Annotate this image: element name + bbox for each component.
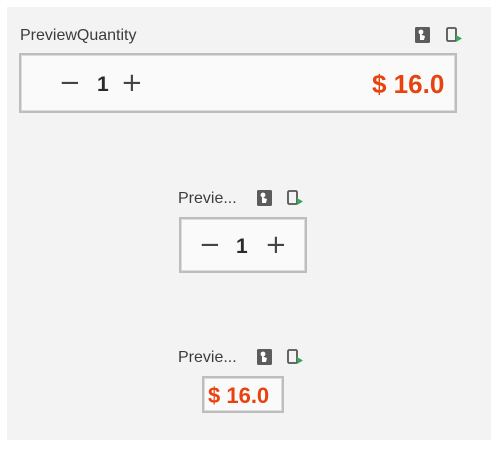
- quantity-price-row-preview: − 1 + $ 16.0: [19, 53, 457, 113]
- price-preview: $ 16.0: [202, 376, 284, 413]
- increment-button[interactable]: +: [265, 232, 287, 258]
- price-label: $ 16.0: [208, 383, 270, 408]
- compose-preview-panel: PreviewQuantity − 1 + $ 16.0 Previe... −…: [7, 7, 491, 440]
- interactive-mode-icon[interactable]: [257, 190, 272, 206]
- quantity-value: 1: [236, 235, 248, 258]
- decrement-button[interactable]: −: [59, 70, 81, 96]
- price-label: $ 16.0: [372, 69, 445, 99]
- deploy-to-device-icon[interactable]: [446, 27, 463, 43]
- quantity-value: 1: [97, 73, 109, 96]
- increment-button[interactable]: +: [121, 70, 143, 96]
- preview-title-truncated: Previe...: [178, 349, 237, 366]
- deploy-to-device-icon[interactable]: [287, 190, 304, 206]
- interactive-mode-icon[interactable]: [415, 27, 430, 43]
- quantity-stepper-preview: − 1 +: [179, 217, 307, 273]
- deploy-to-device-icon[interactable]: [287, 349, 304, 365]
- preview-title-truncated: Previe...: [178, 190, 237, 207]
- interactive-mode-icon[interactable]: [257, 349, 272, 365]
- preview-title-full: PreviewQuantity: [20, 27, 137, 44]
- decrement-button[interactable]: −: [199, 232, 221, 258]
